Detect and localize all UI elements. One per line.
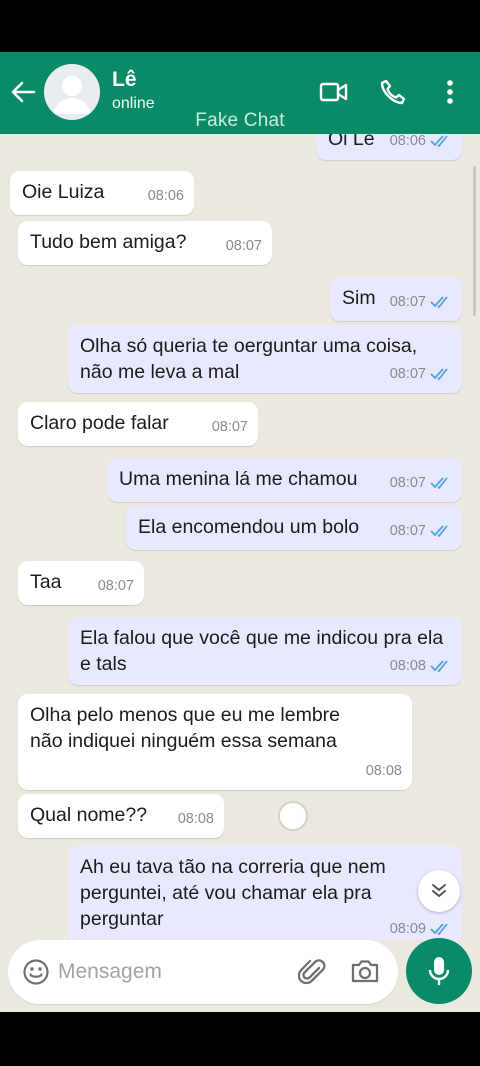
message-meta: 08:07: [226, 233, 262, 259]
message-text: Ela falou que você que me indicou pra el…: [80, 627, 444, 675]
phone-icon[interactable]: [377, 76, 409, 108]
message-text: Uma menina lá me chamou: [119, 468, 358, 490]
double-check-icon: [430, 135, 448, 147]
message-meta: 08:08: [366, 758, 402, 784]
message-text: Qual nome??: [30, 804, 148, 826]
message-time: 08:06: [389, 134, 426, 149]
double-check-icon: [430, 296, 448, 308]
message-outgoing[interactable]: Ah eu tava tão na correria que nem pergu…: [68, 846, 462, 940]
message-time: 08:08: [365, 763, 402, 779]
double-check-icon: [430, 923, 448, 935]
message-incoming[interactable]: Oie Luiza 08:06: [10, 171, 194, 215]
watermark-text: Fake Chat: [195, 110, 285, 131]
message-time: 08:07: [389, 294, 426, 310]
message-outgoing[interactable]: Uma menina lá me chamou 08:07: [107, 458, 462, 502]
message-meta: 08:08: [178, 806, 214, 832]
message-text: Claro pode falar: [30, 412, 169, 434]
message-meta: 08:07: [212, 414, 248, 440]
contact-name[interactable]: Lê: [112, 68, 137, 92]
message-meta: 08:08: [390, 653, 452, 679]
mic-icon[interactable]: [406, 938, 472, 1004]
message-incoming[interactable]: Tudo bem amiga? 08:07: [18, 221, 272, 265]
message-text: Olha pelo menos que eu me lembre não ind…: [30, 704, 341, 752]
double-check-icon: [430, 368, 448, 380]
chevrons-down-icon[interactable]: [418, 870, 460, 912]
message-outgoing[interactable]: Ela encomendou um bolo 08:07: [126, 506, 462, 550]
video-call-icon[interactable]: [318, 76, 350, 108]
chat-area[interactable]: Oi Lê 08:06 Oie Luiza 08:06 Tudo bem ami…: [0, 134, 480, 940]
message-incoming[interactable]: Qual nome?? 08:08: [18, 794, 224, 838]
message-input-container[interactable]: [8, 940, 398, 1004]
emoji-icon[interactable]: [22, 958, 50, 986]
camera-icon[interactable]: [350, 957, 380, 987]
message-meta: 08:07: [390, 361, 452, 387]
message-incoming[interactable]: Olha pelo menos que eu me lembre não ind…: [18, 694, 412, 790]
message-outgoing[interactable]: Sim 08:07: [330, 277, 462, 321]
message-outgoing[interactable]: Olha só queria te oerguntar uma coisa, n…: [68, 325, 462, 393]
message-time: 08:07: [225, 238, 262, 254]
back-arrow-icon[interactable]: [8, 74, 38, 110]
message-text: Taa: [30, 571, 62, 593]
message-meta: 08:06: [148, 183, 184, 209]
message-time: 08:07: [389, 475, 426, 491]
message-incoming[interactable]: Claro pode falar 08:07: [18, 402, 258, 446]
message-incoming[interactable]: Taa 08:07: [18, 561, 144, 605]
attach-icon[interactable]: [297, 956, 328, 988]
message-text: Tudo bem amiga?: [30, 231, 187, 253]
message-time: 08:07: [211, 419, 248, 435]
message-text: Olha só queria te oerguntar uma coisa, n…: [80, 335, 418, 383]
system-nav-bar: [0, 1012, 480, 1066]
message-text: Ela encomendou um bolo: [138, 516, 360, 538]
double-check-icon: [430, 660, 448, 672]
message-time: 08:08: [177, 811, 214, 827]
double-check-icon: [430, 525, 448, 537]
more-vert-icon[interactable]: [436, 76, 464, 108]
message-text: Sim: [342, 287, 376, 309]
message-meta: 08:07: [98, 573, 134, 599]
message-time: 08:09: [389, 921, 426, 937]
message-time: 08:07: [389, 366, 426, 382]
message-time: 08:07: [97, 578, 134, 594]
scroll-indicator[interactable]: [473, 166, 476, 316]
message-meta: 08:09: [390, 916, 452, 940]
message-outgoing[interactable]: Ela falou que você que me indicou pra el…: [68, 617, 462, 685]
message-time: 08:08: [389, 658, 426, 674]
double-check-icon: [430, 477, 448, 489]
chat-header: Lê online Fake Chat: [0, 52, 480, 134]
message-text: Oie Luiza: [22, 181, 105, 203]
message-meta: 08:07: [390, 470, 452, 496]
message-text: Oi Lê: [328, 134, 375, 150]
status-bar: [0, 0, 480, 52]
message-time: 08:06: [147, 188, 184, 204]
selection-circle[interactable]: [278, 801, 308, 831]
message-time: 08:07: [389, 523, 426, 539]
message-meta: 08:07: [390, 289, 452, 315]
message-meta: 08:06: [390, 134, 452, 154]
message-text: Ah eu tava tão na correria que nem pergu…: [80, 856, 386, 930]
message-input[interactable]: [58, 960, 288, 984]
message-outgoing[interactable]: Oi Lê 08:06: [316, 134, 462, 160]
message-meta: 08:07: [390, 518, 452, 544]
